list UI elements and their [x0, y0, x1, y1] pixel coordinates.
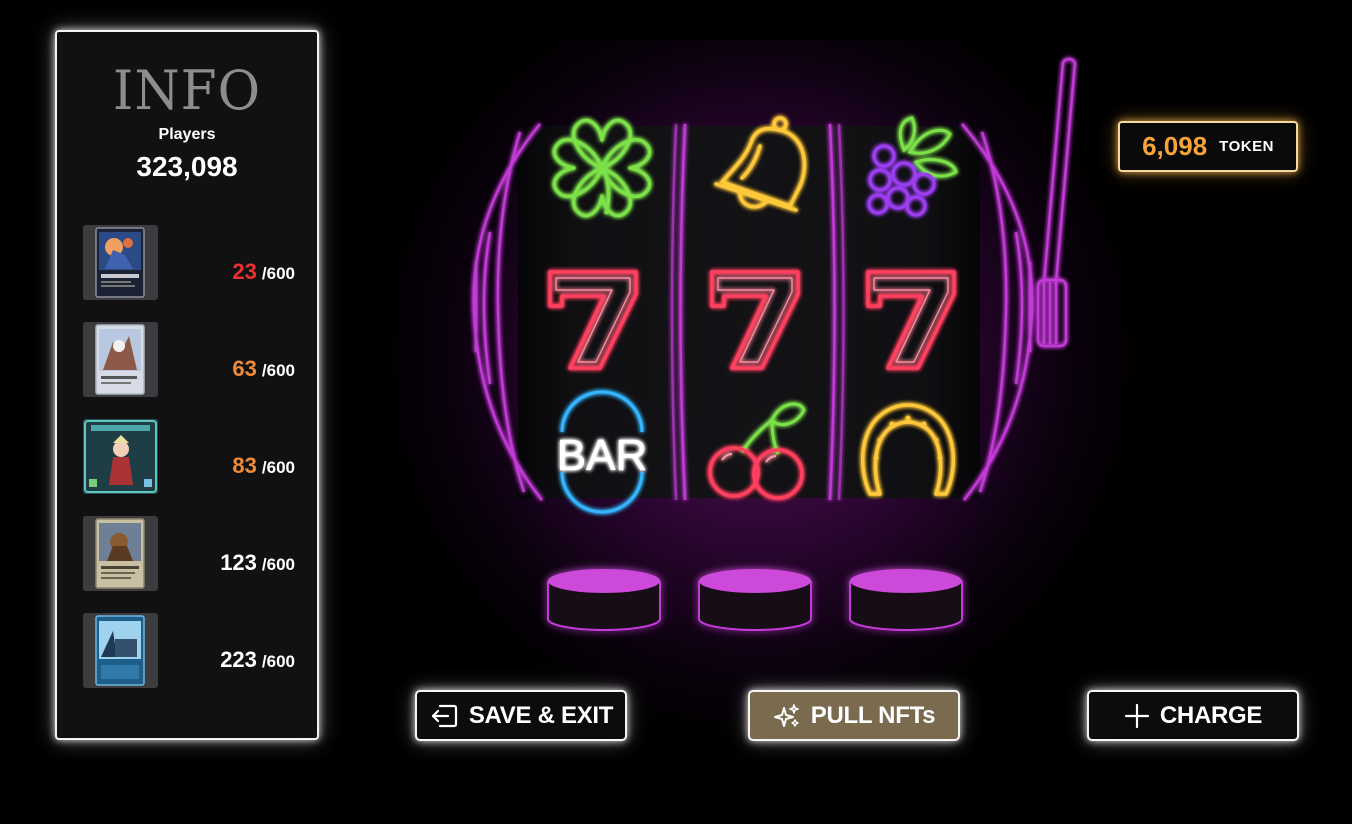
card-row-5[interactable]: 223/600 — [83, 613, 295, 689]
exit-icon — [431, 704, 457, 727]
token-amount: 6,098 — [1142, 131, 1208, 161]
card-count-2: 63/600 — [232, 356, 295, 382]
info-panel: INFO Players 323,098 23/600 63 /600 83 /… — [55, 30, 319, 740]
machine-glow — [380, 40, 1140, 740]
seven-icon — [866, 270, 956, 370]
bell-icon — [714, 116, 807, 212]
card-count-total: /600 — [261, 361, 295, 380]
save-exit-button[interactable]: SAVE & EXIT — [415, 690, 627, 741]
card-count-total: /600 — [261, 555, 295, 574]
pull-nfts-label: PULL NFTs — [810, 701, 936, 729]
card-count-3: 83/600 — [232, 453, 295, 479]
clover-icon — [552, 118, 652, 218]
card-count-total: /600 — [261, 264, 295, 283]
spin-button-2[interactable] — [698, 569, 812, 631]
card-count-value: 63 — [232, 356, 257, 381]
card-count-4: 123/600 — [220, 550, 295, 576]
charge-button[interactable]: CHARGE — [1087, 690, 1299, 741]
card-count-1: 23/600 — [232, 259, 295, 285]
card-row-1[interactable]: 23/600 — [83, 225, 295, 301]
token-unit: TOKEN — [1219, 138, 1274, 155]
card-count-5: 223/600 — [220, 647, 295, 673]
card-count-value: 83 — [232, 453, 257, 478]
token-balance: 6,098 TOKEN — [1118, 121, 1298, 172]
sparkles-icon — [773, 703, 799, 727]
bar-symbol-text: BAR — [557, 431, 647, 480]
card-thumbnail-4[interactable] — [83, 516, 158, 591]
card-count-value: 223 — [220, 647, 257, 672]
info-title: INFO — [112, 59, 262, 122]
pull-nfts-button[interactable]: PULL NFTs — [748, 690, 960, 741]
spin-button-3[interactable] — [849, 569, 963, 631]
horseshoe-icon — [860, 403, 956, 496]
seven-icon — [710, 270, 800, 370]
card-count-total: /600 — [261, 458, 295, 477]
card-thumbnail-2[interactable] — [83, 322, 158, 397]
players-count: 323,098 — [136, 151, 238, 182]
reel-drum — [472, 123, 1034, 501]
lever-handle — [1036, 57, 1077, 348]
seven-icon — [548, 270, 638, 370]
save-exit-label: SAVE & EXIT — [468, 701, 614, 729]
plus-icon — [1124, 703, 1149, 728]
card-count-total: /600 — [261, 652, 295, 671]
spin-button-1[interactable] — [547, 569, 661, 631]
card-row-4[interactable]: 123/600 — [83, 516, 295, 592]
grapes-icon — [867, 116, 958, 217]
card-row-3[interactable]: 83/600 — [83, 419, 295, 495]
card-row-2[interactable]: 63/600 — [83, 322, 295, 398]
card-count-value: 123 — [220, 550, 257, 575]
card-thumbnail-3[interactable] — [83, 419, 158, 494]
card-thumbnail-1[interactable] — [83, 225, 158, 300]
card-thumbnail-5[interactable] — [83, 613, 158, 688]
cherry-icon — [708, 402, 806, 500]
card-count-value: 23 — [232, 259, 257, 284]
bar-icon: BAR — [557, 390, 647, 514]
players-label: Players — [158, 126, 216, 143]
charge-label: CHARGE — [1159, 701, 1263, 729]
